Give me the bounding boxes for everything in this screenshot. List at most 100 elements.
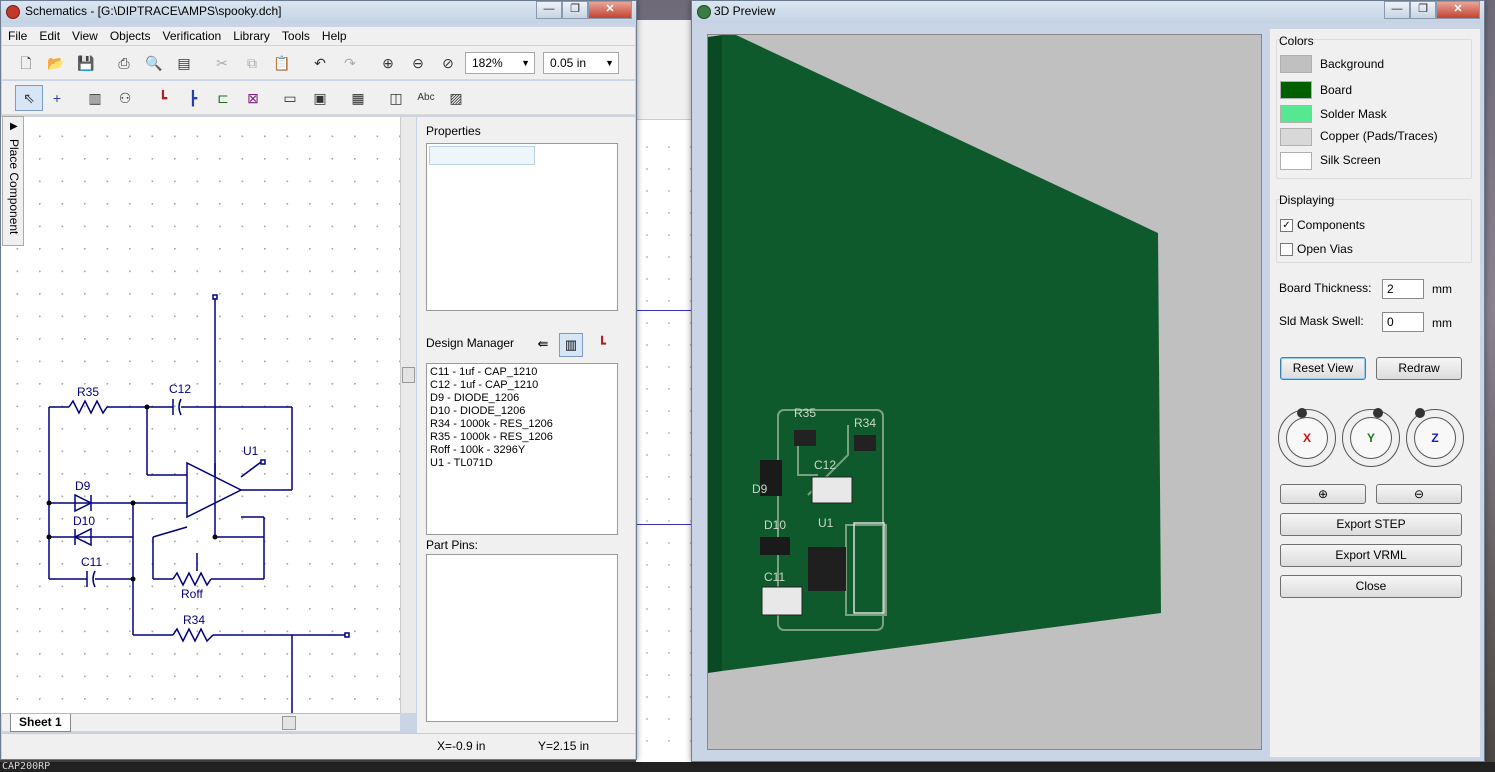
zoom-out-icon[interactable]: ⊖	[409, 54, 427, 72]
board-color-swatch[interactable]	[1280, 81, 1312, 99]
new-file-icon[interactable]: 🗋	[17, 54, 35, 72]
redo-icon[interactable]: ↷	[341, 54, 359, 72]
close-window-button[interactable]: ✕	[1436, 1, 1480, 19]
solder-mask-color-swatch[interactable]	[1280, 105, 1312, 123]
ic-chip-icon[interactable]: ▣	[311, 89, 329, 107]
dial-knob[interactable]	[1415, 408, 1425, 418]
export-vrml-button[interactable]: Export VRML	[1280, 544, 1462, 567]
list-item[interactable]: C11 - 1uf - CAP_1210	[427, 366, 617, 379]
close-window-button[interactable]: ✕	[588, 1, 632, 19]
open-vias-checkbox[interactable]	[1280, 243, 1293, 256]
shape-icon[interactable]: ◫	[387, 89, 405, 107]
design-manager-list[interactable]: C11 - 1uf - CAP_1210 C12 - 1uf - CAP_121…	[426, 363, 618, 535]
net-port-icon[interactable]: ⊏	[214, 89, 232, 107]
crosshair-icon[interactable]: +	[48, 89, 66, 107]
cut-icon[interactable]: ✂	[213, 54, 231, 72]
rotate-z-dial[interactable]: Z	[1406, 408, 1464, 467]
schematics-window: Schematics - [G:\DIPTRACE\AMPS\spooky.dc…	[0, 0, 637, 760]
design-manager-label: Design Manager	[426, 336, 515, 350]
silk-screen-color-swatch[interactable]	[1280, 152, 1312, 170]
redraw-button[interactable]: Redraw	[1376, 357, 1462, 380]
components-view-icon[interactable]: ▥	[559, 333, 583, 357]
zoom-out-button[interactable]: ⊖	[1376, 484, 1462, 504]
r34-resistor	[172, 627, 214, 643]
bus-icon[interactable]: ┣	[184, 89, 202, 107]
maximize-button[interactable]: ❐	[562, 1, 588, 19]
horizontal-scroll-thumb[interactable]	[282, 716, 296, 730]
reset-view-button[interactable]: Reset View	[1280, 357, 1366, 380]
close-button[interactable]: Close	[1280, 575, 1462, 598]
property-cell[interactable]	[429, 146, 535, 165]
menu-tools[interactable]: Tools	[276, 27, 316, 45]
print-preview-icon[interactable]: 🔍	[145, 54, 163, 72]
save-icon[interactable]: 💾	[77, 54, 95, 72]
report-icon[interactable]: ▤	[175, 54, 193, 72]
objects-toolbar: ⇖ + ▥ ⚇ ┗ ┣ ⊏ ⊠ ▭ ▣ ▦ ◫ Abc ▨	[2, 81, 635, 115]
menu-library[interactable]: Library	[227, 27, 276, 45]
list-item[interactable]: C12 - 1uf - CAP_1210	[427, 379, 617, 392]
sheet-tab[interactable]: Sheet 1	[10, 714, 71, 732]
background-color-swatch[interactable]	[1280, 55, 1312, 73]
print-icon[interactable]: ⎙	[115, 54, 133, 72]
minimize-button[interactable]: —	[1384, 1, 1410, 19]
text-icon[interactable]: Abc	[417, 89, 435, 107]
list-item[interactable]: Roff - 100k - 3296Y	[427, 444, 617, 457]
zoom-select[interactable]: 182% ▼	[465, 52, 535, 74]
list-item[interactable]: D10 - DIODE_1206	[427, 405, 617, 418]
menu-objects[interactable]: Objects	[104, 27, 157, 45]
rotate-x-dial[interactable]: X	[1278, 408, 1336, 467]
place-component-icon[interactable]: ▥	[86, 89, 104, 107]
components-checkbox[interactable]: ✓	[1280, 219, 1293, 232]
properties-box[interactable]	[426, 143, 618, 311]
vertical-scrollbar[interactable]	[400, 117, 416, 713]
find-binoculars-icon[interactable]: ⚇	[116, 89, 134, 107]
list-item[interactable]: R35 - 1000k - RES_1206	[427, 431, 617, 444]
pcb-board	[722, 35, 1161, 671]
place-component-tab[interactable]: ▶ Place Component	[2, 116, 24, 246]
copper-color-swatch[interactable]	[1280, 128, 1312, 146]
c11-plate	[92, 570, 96, 588]
export-step-button[interactable]: Export STEP	[1280, 513, 1462, 536]
table-icon[interactable]: ▦	[349, 89, 367, 107]
grid-size-select[interactable]: 0.05 in ▼	[543, 52, 619, 74]
scroll-thumb[interactable]	[402, 367, 415, 383]
preview-titlebar[interactable]: 3D Preview — ❐ ✕	[692, 1, 1484, 23]
list-item[interactable]: D9 - DIODE_1206	[427, 392, 617, 405]
r35-resistor	[68, 399, 108, 415]
hierarchy-block-icon[interactable]: ▭	[281, 89, 299, 107]
c11-part	[761, 586, 803, 616]
terminal	[344, 632, 350, 638]
minimize-button[interactable]: —	[536, 1, 562, 19]
pointer-icon[interactable]: ⇖	[20, 89, 38, 107]
mask-swell-input[interactable]: 0	[1382, 312, 1424, 332]
nets-view-icon[interactable]: ┗	[590, 333, 614, 357]
menu-edit[interactable]: Edit	[33, 27, 66, 45]
z-axis-label: Z	[1414, 417, 1456, 459]
zoom-in-icon[interactable]: ⊕	[379, 54, 397, 72]
part-pins-box[interactable]	[426, 554, 618, 722]
menu-help[interactable]: Help	[316, 27, 353, 45]
wire-icon[interactable]: ┗	[154, 89, 172, 107]
board-thickness-input[interactable]: 2	[1382, 279, 1424, 299]
list-item[interactable]: R34 - 1000k - RES_1206	[427, 418, 617, 431]
rotate-y-dial[interactable]: Y	[1342, 408, 1400, 467]
zoom-fit-icon[interactable]: ⊘	[439, 54, 457, 72]
colors-label: Colors	[1279, 34, 1314, 48]
maximize-button[interactable]: ❐	[1410, 1, 1436, 19]
menu-verification[interactable]: Verification	[157, 27, 228, 45]
menu-file[interactable]: File	[2, 27, 33, 45]
zoom-in-button[interactable]: ⊕	[1280, 484, 1366, 504]
3d-viewport[interactable]: R35 R34 D9 C12 D10 U1 C11	[707, 34, 1262, 750]
list-item[interactable]: U1 - TL071D	[427, 457, 617, 470]
image-icon[interactable]: ▨	[447, 89, 465, 107]
menu-view[interactable]: View	[66, 27, 104, 45]
net-label-icon[interactable]: ⊠	[244, 89, 262, 107]
paste-icon[interactable]: 📋	[273, 54, 291, 72]
schematics-titlebar[interactable]: Schematics - [G:\DIPTRACE\AMPS\spooky.dc…	[1, 1, 636, 23]
copy-icon[interactable]: ⧉	[243, 54, 261, 72]
zoom-value: 182%	[472, 56, 503, 70]
schematic-canvas[interactable]: R35 C12 U1 D9 D10 C11 Roff R34	[1, 117, 400, 713]
collapse-list-icon[interactable]: ⇚	[531, 333, 555, 357]
open-folder-icon[interactable]: 📂	[47, 54, 65, 72]
undo-icon[interactable]: ↶	[311, 54, 329, 72]
